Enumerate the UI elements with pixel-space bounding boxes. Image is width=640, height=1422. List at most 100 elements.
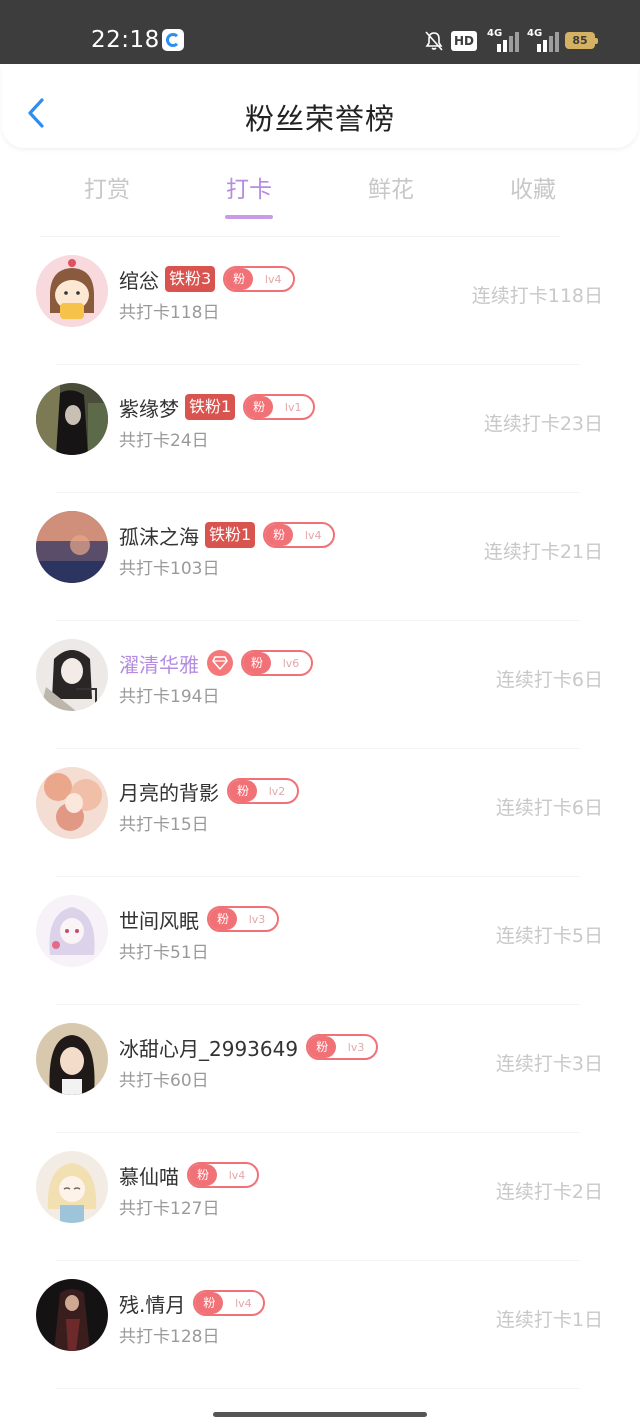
tab-checkin[interactable]: 打卡 bbox=[209, 170, 289, 219]
fan-name: 残.情月 bbox=[119, 1292, 186, 1317]
avatar[interactable] bbox=[36, 895, 108, 967]
avatar[interactable] bbox=[36, 639, 108, 711]
iron-fan-badge: 铁粉1 bbox=[185, 394, 236, 420]
status-time: 22:18 bbox=[91, 27, 160, 53]
streak-checkin: 连续打卡2日 bbox=[495, 1181, 603, 1203]
hd-voice-icon: HD bbox=[451, 31, 478, 51]
avatar[interactable] bbox=[36, 1279, 108, 1351]
iron-fan-badge: 铁粉1 bbox=[205, 522, 256, 548]
header: 粉丝荣誉榜 bbox=[2, 66, 638, 148]
iron-fan-badge: 铁粉3 bbox=[165, 266, 216, 292]
fan-level-badge: 粉 lv6 bbox=[241, 650, 313, 676]
list-item[interactable]: 紫缘梦 铁粉1 粉 lv1 共打卡24日 连续打卡23日 bbox=[0, 365, 640, 493]
list-item[interactable]: 绾忩 铁粉3 粉 lv4 共打卡118日 连续打卡118日 bbox=[0, 237, 640, 365]
active-tab-indicator bbox=[225, 215, 273, 219]
fan-label: 粉 bbox=[308, 1036, 337, 1058]
fan-level: lv3 bbox=[347, 1040, 365, 1054]
fan-name: 世间风眠 bbox=[119, 908, 199, 933]
signal-icon: 4G bbox=[487, 28, 521, 52]
tab-label: 鲜花 bbox=[368, 177, 414, 203]
fan-level: lv4 bbox=[235, 1296, 252, 1310]
avatar[interactable] bbox=[36, 383, 108, 455]
streak-checkin: 连续打卡1日 bbox=[495, 1309, 603, 1331]
fan-level: lv4 bbox=[304, 528, 322, 542]
divider bbox=[56, 1388, 580, 1389]
total-checkin: 共打卡103日 bbox=[119, 559, 220, 579]
total-checkin: 共打卡15日 bbox=[119, 815, 209, 835]
tab-label: 打卡 bbox=[226, 177, 272, 203]
signal-icon: 4G bbox=[527, 28, 561, 52]
streak-checkin: 连续打卡6日 bbox=[495, 797, 603, 819]
tab-favorites[interactable]: 收藏 bbox=[493, 170, 573, 204]
app-notification-icon bbox=[162, 29, 184, 51]
fan-level: lv3 bbox=[248, 912, 266, 926]
streak-checkin: 连续打卡5日 bbox=[495, 925, 603, 947]
total-checkin: 共打卡118日 bbox=[119, 303, 220, 323]
fan-label: 粉 bbox=[245, 396, 274, 418]
total-checkin: 共打卡194日 bbox=[119, 687, 220, 707]
streak-checkin: 连续打卡23日 bbox=[483, 413, 603, 435]
list-item[interactable]: 慕仙喵 粉 lv4 共打卡127日 连续打卡2日 bbox=[0, 1133, 640, 1261]
fan-level-badge: 粉 lv4 bbox=[263, 522, 336, 548]
fan-label: 粉 bbox=[229, 780, 257, 802]
list-item[interactable]: 孤沫之海 铁粉1 粉 lv4 共打卡103日 连续打卡21日 bbox=[0, 493, 640, 621]
total-checkin: 共打卡128日 bbox=[119, 1327, 220, 1347]
streak-checkin: 连续打卡21日 bbox=[483, 541, 603, 563]
fan-level-badge: 粉 lv3 bbox=[207, 906, 279, 932]
fan-level: lv1 bbox=[284, 400, 302, 414]
fan-level-badge: 粉 lv4 bbox=[223, 266, 296, 292]
tab-label: 打赏 bbox=[84, 177, 130, 203]
fan-level-badge: 粉 lv1 bbox=[243, 394, 316, 420]
diamond-icon bbox=[207, 650, 233, 676]
avatar[interactable] bbox=[36, 767, 108, 839]
tab-label: 收藏 bbox=[510, 177, 556, 203]
list-item[interactable]: 冰甜心月_2993649 粉 lv3 共打卡60日 连续打卡3日 bbox=[0, 1005, 640, 1133]
fan-level-badge: 粉 lv4 bbox=[187, 1162, 259, 1188]
fan-level: lv4 bbox=[228, 1168, 246, 1182]
tab-flowers[interactable]: 鲜花 bbox=[351, 170, 431, 204]
fan-name: 紫缘梦 bbox=[119, 396, 179, 421]
fan-label: 粉 bbox=[265, 524, 294, 546]
status-bar: 22:18 HD 4G 4G 85 bbox=[0, 0, 640, 64]
fan-label: 粉 bbox=[225, 268, 254, 290]
network-type-label: 4G bbox=[487, 28, 503, 39]
list-item[interactable]: 月亮的背影 粉 lv2 共打卡15日 连续打卡6日 bbox=[0, 749, 640, 877]
list-item[interactable]: 世间风眠 粉 lv3 共打卡51日 连续打卡5日 bbox=[0, 877, 640, 1005]
avatar[interactable] bbox=[36, 511, 108, 583]
total-checkin: 共打卡51日 bbox=[119, 943, 209, 963]
list-item[interactable]: 濯清华雅 粉 lv6 共打卡194日 连续打卡6日 bbox=[0, 621, 640, 749]
fan-level: lv2 bbox=[268, 784, 286, 798]
fan-name: 濯清华雅 bbox=[119, 652, 199, 677]
fan-level-badge: 粉 lv3 bbox=[306, 1034, 379, 1060]
bell-muted-icon bbox=[425, 31, 443, 51]
page-title: 粉丝荣誉榜 bbox=[244, 102, 395, 136]
tab-bar: 打赏 打卡 鲜花 收藏 bbox=[0, 162, 640, 222]
fan-label: 粉 bbox=[189, 1164, 217, 1186]
fan-label: 粉 bbox=[209, 908, 237, 930]
home-indicator[interactable] bbox=[213, 1412, 427, 1417]
battery-icon: 85 bbox=[565, 32, 598, 49]
streak-checkin: 连续打卡3日 bbox=[495, 1053, 603, 1075]
fan-name: 月亮的背影 bbox=[119, 780, 219, 805]
fan-name: 绾忩 bbox=[119, 268, 159, 293]
fan-name: 孤沫之海 bbox=[119, 524, 199, 549]
fan-level: lv6 bbox=[282, 656, 300, 670]
total-checkin: 共打卡60日 bbox=[119, 1071, 209, 1091]
avatar[interactable] bbox=[36, 1151, 108, 1223]
total-checkin: 共打卡24日 bbox=[119, 431, 209, 451]
avatar[interactable] bbox=[36, 1023, 108, 1095]
total-checkin: 共打卡127日 bbox=[119, 1199, 220, 1219]
fan-ranking-list: 绾忩 铁粉3 粉 lv4 共打卡118日 连续打卡118日 紫缘梦 铁粉1 粉 … bbox=[0, 237, 640, 1389]
list-item[interactable]: 残.情月 粉 lv4 共打卡128日 连续打卡1日 bbox=[0, 1261, 640, 1389]
fan-level-badge: 粉 lv4 bbox=[193, 1290, 266, 1316]
fan-name: 冰甜心月_2993649 bbox=[119, 1036, 299, 1061]
avatar[interactable] bbox=[36, 255, 108, 327]
streak-checkin: 连续打卡6日 bbox=[495, 669, 603, 691]
tab-reward[interactable]: 打赏 bbox=[67, 170, 147, 204]
fan-label: 粉 bbox=[195, 1292, 224, 1314]
fan-name: 慕仙喵 bbox=[119, 1164, 179, 1189]
fan-level: lv4 bbox=[264, 272, 282, 286]
fan-label: 粉 bbox=[243, 652, 271, 674]
streak-checkin: 连续打卡118日 bbox=[471, 285, 603, 307]
network-type-label: 4G bbox=[527, 28, 543, 39]
